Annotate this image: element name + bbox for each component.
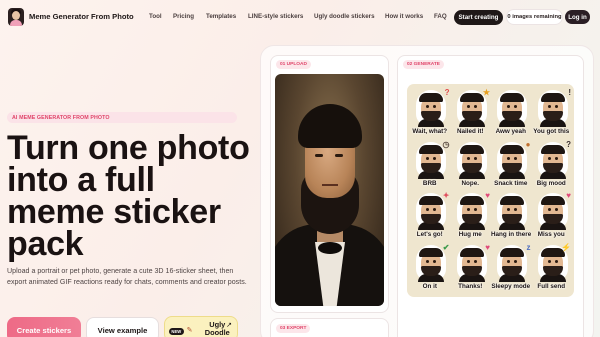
sticker-deco-icon: ? (566, 139, 571, 149)
nav-link-tool[interactable]: Tool (149, 13, 162, 20)
pencil-doodle-icon: ✎ (186, 327, 193, 334)
brand-name[interactable]: Meme Generator From Photo (29, 12, 134, 21)
sticker-label: Full send (537, 282, 566, 290)
step-export-label: 03 EXPORT (276, 324, 311, 333)
sticker-label: On it (422, 282, 437, 290)
step-generate-label: 02 GENERATE (403, 60, 444, 69)
nav-link-templates[interactable]: Templates (206, 13, 236, 20)
sticker-item[interactable]: ? Wait, what? (410, 88, 450, 139)
sticker-label: BRB (422, 179, 437, 187)
sticker-label: Hug me (458, 231, 482, 238)
sticker-item[interactable]: Nope. (451, 140, 491, 191)
nav-link-line-stickers[interactable]: LINE-style stickers (248, 13, 303, 20)
sticker-item[interactable]: ? Big mood (532, 139, 571, 191)
hero-headline: Turn one photo into a full meme sticker … (7, 129, 250, 263)
sticker-label: Big mood (536, 179, 566, 187)
sticker-deco-icon: ! (568, 88, 571, 97)
sticker-item[interactable]: ♥ Miss you (532, 191, 571, 242)
hero-subtitle: Upload a portrait or pet photo, generate… (7, 267, 247, 286)
sticker-deco-icon: ✦ (442, 191, 450, 200)
nav-link-pricing[interactable]: Pricing (173, 13, 194, 20)
nav-link-how-it-works[interactable]: How it works (385, 13, 423, 20)
sticker-item[interactable]: z Sleepy mode (491, 242, 531, 294)
sticker-item[interactable]: Hang in there (491, 191, 531, 242)
sticker-deco-icon: ♥ (485, 191, 490, 200)
view-example-button[interactable]: View example (86, 317, 159, 337)
uploaded-portrait-photo[interactable] (275, 74, 384, 306)
sticker-item[interactable]: ● Snack time (491, 139, 531, 191)
sticker-deco-icon: ◷ (442, 139, 450, 149)
top-navigation: Meme Generator From Photo Tool Pricing T… (0, 0, 600, 34)
sticker-item[interactable]: ✔ On it (410, 243, 450, 294)
sticker-deco-icon: ♥ (566, 191, 571, 200)
sticker-label: You got this (533, 128, 570, 135)
sticker-item[interactable]: Aww yeah (491, 88, 531, 139)
arrow-up-right-icon: ↗ (226, 322, 232, 329)
sticker-deco-icon: ♥ (485, 242, 490, 252)
sticker-item[interactable]: ♥ Hug me (451, 191, 490, 242)
sticker-deco-icon: ● (525, 139, 531, 149)
login-button[interactable]: Log in (565, 10, 590, 24)
sticker-label: Nailed it! (456, 128, 484, 135)
sticker-deco-icon: ⚡ (561, 242, 571, 252)
sticker-label: Aww yeah (495, 128, 526, 135)
sticker-item[interactable]: ♥ Thanks! (451, 242, 490, 294)
sticker-label: Wait, what? (412, 128, 448, 135)
create-stickers-button[interactable]: Create stickers (7, 317, 81, 337)
sticker-deco-icon: ✔ (442, 242, 450, 252)
hero-eyebrow: AI MEME GENERATOR FROM PHOTO (7, 112, 237, 123)
sticker-label: Nope. (461, 179, 480, 187)
brand-logo-icon[interactable] (8, 8, 24, 26)
sticker-deco-icon: z (526, 242, 531, 252)
nav-link-ugly-doodle[interactable]: Ugly doodle stickers (314, 13, 375, 20)
sticker-label: Snack time (494, 179, 528, 187)
sticker-label: Thanks! (458, 282, 483, 290)
new-badge: NEW (169, 328, 184, 335)
sticker-item[interactable]: ✦ Let's go! (410, 191, 450, 242)
start-creating-button[interactable]: Start creating (454, 10, 503, 25)
sticker-label: Let's go! (416, 231, 443, 238)
sticker-item[interactable]: ! You got this (532, 88, 571, 139)
sticker-sheet: ? Wait, what? ★ Nailed it! Aww yeah! You got … (407, 84, 574, 297)
sticker-item[interactable]: ⚡ Full send (532, 242, 571, 294)
ugly-doodle-button[interactable]: NEW ✎ Ugly Doodle ↗ (164, 316, 238, 337)
sticker-label: Miss you (537, 231, 565, 238)
sticker-label: Sleepy mode (491, 282, 531, 290)
step-upload-label: 01 UPLOAD (276, 60, 311, 69)
sticker-item[interactable]: ★ Nailed it! (451, 88, 490, 139)
sticker-deco-icon: ? (444, 88, 450, 97)
images-remaining-badge: 0 images remaining (506, 9, 563, 25)
nav-link-faq[interactable]: FAQ (434, 13, 447, 20)
sticker-deco-icon: ★ (482, 88, 490, 97)
sticker-item[interactable]: ◷ BRB (410, 140, 450, 191)
sticker-label: Hang in there (491, 231, 532, 238)
